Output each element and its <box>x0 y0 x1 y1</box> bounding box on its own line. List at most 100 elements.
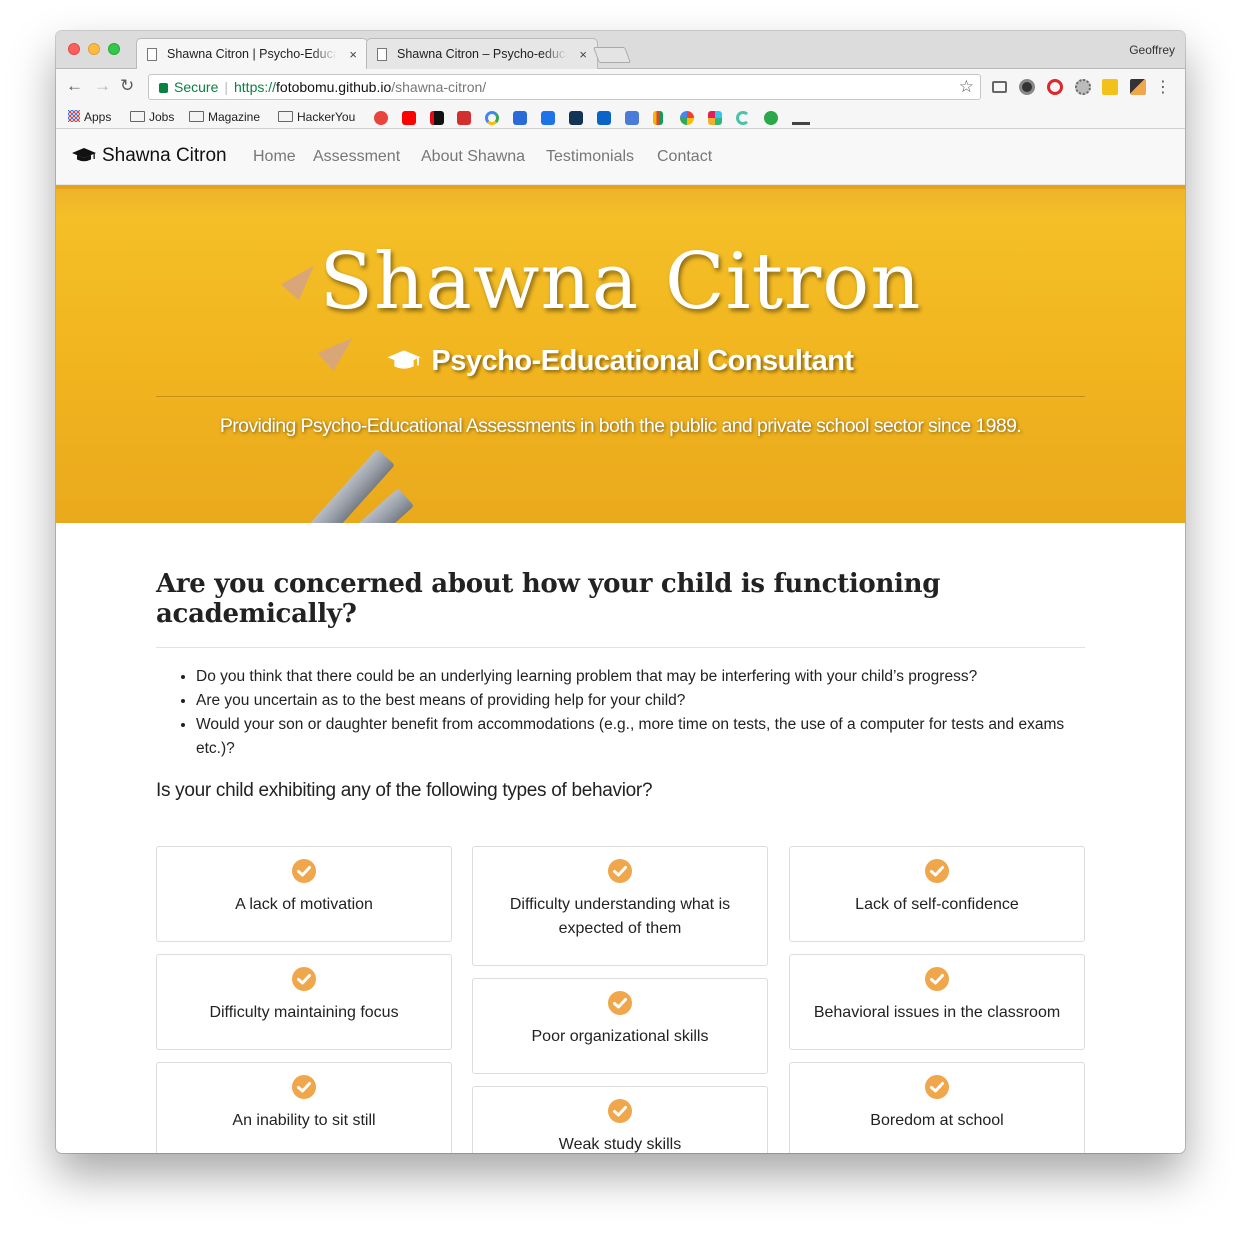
behavior-card: Poor organizational skills <box>472 978 768 1074</box>
k-blue-favicon-icon[interactable] <box>569 111 583 125</box>
gear-extension-icon[interactable] <box>1075 79 1091 95</box>
hero-banner: Shawna Citron Psycho-Educational Consult… <box>56 185 1185 523</box>
waveform-favicon-icon[interactable] <box>792 111 810 125</box>
folder-icon <box>130 111 145 122</box>
hero-divider <box>156 396 1085 397</box>
behavior-card: Lack of self-confidence <box>789 846 1085 942</box>
behavior-label: Difficulty understanding what is expecte… <box>509 896 731 937</box>
profile-name[interactable]: Geoffrey <box>1129 43 1175 57</box>
apps-grid-icon <box>68 110 80 122</box>
bookmark-label: Apps <box>84 110 112 124</box>
zoom-window-button[interactable] <box>108 43 120 55</box>
concern-heading: Are you concerned about how your child i… <box>156 569 941 629</box>
behavior-card: Weak study skills <box>472 1086 768 1153</box>
notes-extension-icon[interactable] <box>1102 79 1118 95</box>
minimize-window-button[interactable] <box>88 43 100 55</box>
secure-label: Secure <box>174 79 219 95</box>
bookmark-magazine[interactable]: Magazine <box>189 110 260 124</box>
browser-window: Shawna Citron | Psycho-Educa × Shawna Ci… <box>56 31 1185 1153</box>
pencil-shape <box>62 448 395 523</box>
c-favicon-icon[interactable] <box>736 111 750 125</box>
eyedropper-extension-icon[interactable] <box>1130 79 1146 95</box>
behavior-label: Boredom at school <box>870 1112 1004 1129</box>
inbox-favicon-icon[interactable] <box>513 111 527 125</box>
behavior-question: Is your child exhibiting any of the foll… <box>156 780 653 801</box>
tab-title: Shawna Citron – Psycho-educa <box>397 47 567 61</box>
behavior-card: Difficulty understanding what is expecte… <box>472 846 768 966</box>
check-circle-icon <box>292 967 316 991</box>
url-scheme: https:// <box>234 79 277 95</box>
photos-favicon-icon[interactable] <box>680 111 694 125</box>
bookmark-hackeryou[interactable]: HackerYou <box>278 110 355 124</box>
nav-home[interactable]: Home <box>253 148 296 166</box>
browser-toolbar: ← → ↻ Secure | https://fotobomu.github.io/… <box>56 69 1185 105</box>
url-separator: | <box>224 79 228 95</box>
camera-extension-icon[interactable] <box>1019 79 1035 95</box>
slack-favicon-icon[interactable] <box>708 111 722 125</box>
netflix-favicon-icon[interactable] <box>430 111 444 125</box>
folder-icon <box>278 111 293 122</box>
k-red-favicon-icon[interactable] <box>457 111 471 125</box>
brand-label: Shawna Citron <box>102 145 227 166</box>
behavior-label: Behavioral issues in the classroom <box>813 1004 1061 1021</box>
check-circle-icon <box>292 859 316 883</box>
hero-title: Shawna Citron <box>319 237 922 327</box>
nav-testimonials[interactable]: Testimonials <box>546 148 634 166</box>
behavior-card: A lack of motivation <box>156 846 452 942</box>
bookmark-jobs[interactable]: Jobs <box>130 110 174 124</box>
list-item: Are you uncertain as to the best means o… <box>196 689 1085 713</box>
behavior-label: Lack of self-confidence <box>855 896 1019 913</box>
brand-link[interactable]: Shawna Citron <box>72 145 227 167</box>
list-item: Do you think that there could be an unde… <box>196 665 1085 689</box>
youtube-favicon-icon[interactable] <box>402 111 416 125</box>
behavior-label: A lack of motivation <box>235 896 373 913</box>
close-window-button[interactable] <box>68 43 80 55</box>
reload-icon[interactable]: ↻ <box>120 77 134 95</box>
tab-close-icon[interactable]: × <box>349 39 357 69</box>
opera-extension-icon[interactable] <box>1047 79 1063 95</box>
page-icon <box>377 48 387 61</box>
back-arrow-icon[interactable]: ← <box>66 77 83 95</box>
address-bar[interactable]: Secure | https://fotobomu.github.io/shawna… <box>148 74 981 100</box>
behavior-card: An inability to sit still <box>156 1062 452 1153</box>
cast-icon[interactable] <box>992 81 1007 93</box>
check-circle-icon <box>608 991 632 1015</box>
bookmark-label: Jobs <box>149 110 175 124</box>
tab-shawna-citron-active[interactable]: Shawna Citron | Psycho-Educa × <box>136 38 368 69</box>
check-circle-icon <box>608 1099 632 1123</box>
behavior-card: Difficulty maintaining focus <box>156 954 452 1050</box>
list-item: Would your son or daughter benefit from … <box>196 713 1085 761</box>
check-circle-icon <box>925 967 949 991</box>
hero-subtitle: Psycho-Educational Consultant <box>56 345 1185 378</box>
folder-icon <box>189 111 204 122</box>
check-circle-icon <box>925 1075 949 1099</box>
bookmark-apps[interactable]: Apps <box>68 110 111 124</box>
check-circle-icon <box>608 859 632 883</box>
nav-assessment[interactable]: Assessment <box>313 148 400 166</box>
new-tab-button[interactable] <box>593 47 631 63</box>
calendar-favicon-icon[interactable] <box>541 111 555 125</box>
green-circle-favicon-icon[interactable] <box>764 111 778 125</box>
nav-about-shawna[interactable]: About Shawna <box>421 148 525 166</box>
forward-arrow-icon[interactable]: → <box>94 77 111 95</box>
behavior-label: Poor organizational skills <box>531 1028 709 1045</box>
behavior-label: Difficulty maintaining focus <box>209 1004 399 1021</box>
outlook-favicon-icon[interactable] <box>597 111 611 125</box>
flipboard-favicon-icon[interactable] <box>374 111 388 125</box>
concern-list: Do you think that there could be an unde… <box>196 665 1085 761</box>
google-favicon-icon[interactable] <box>485 111 499 125</box>
menu-kebab-icon[interactable]: ⋮ <box>1155 77 1171 97</box>
bookmark-label: HackerYou <box>297 110 356 124</box>
tab-close-icon[interactable]: × <box>579 39 587 69</box>
tab-strip: Shawna Citron | Psycho-Educa × Shawna Ci… <box>56 31 1185 69</box>
analytics-favicon-icon[interactable] <box>653 111 663 125</box>
hero-tagline: Providing Psycho-Educational Assessments… <box>219 415 1022 437</box>
translate-favicon-icon[interactable] <box>625 111 639 125</box>
hero-subtitle-text: Psycho-Educational Consultant <box>431 345 854 377</box>
tab-shawna-citron-2[interactable]: Shawna Citron – Psycho-educa × <box>366 38 598 69</box>
tab-title: Shawna Citron | Psycho-Educa <box>167 47 337 61</box>
url-host: fotobomu.github.io <box>276 79 392 95</box>
check-circle-icon <box>292 1075 316 1099</box>
bookmark-star-icon[interactable]: ☆ <box>959 75 974 99</box>
nav-contact[interactable]: Contact <box>657 148 712 166</box>
